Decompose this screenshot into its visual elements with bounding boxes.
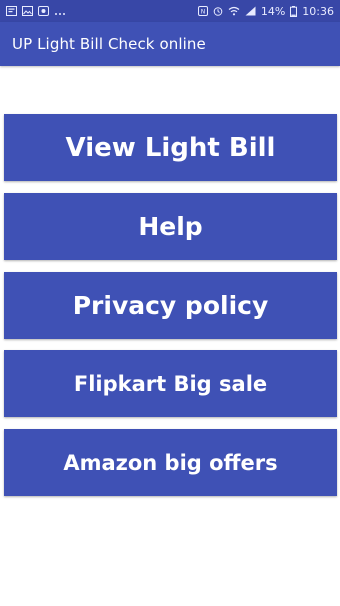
wifi-icon	[228, 6, 240, 16]
signal-icon	[245, 6, 256, 16]
help-button[interactable]: Help	[4, 193, 337, 260]
battery-percent: 14%	[260, 4, 286, 18]
alarm-icon	[213, 6, 223, 16]
battery-icon	[290, 5, 298, 17]
privacy-policy-button[interactable]: Privacy policy	[4, 272, 337, 339]
app-title: UP Light Bill Check online	[12, 35, 206, 53]
status-bar-left	[6, 6, 66, 16]
status-bar-right: N 14% 10:36	[197, 4, 334, 18]
menu-list: View Light Bill Help Privacy policy Flip…	[0, 0, 340, 606]
flipkart-big-sale-button[interactable]: Flipkart Big sale	[4, 350, 337, 417]
svg-text:N: N	[201, 9, 206, 16]
view-light-bill-button[interactable]: View Light Bill	[4, 114, 337, 181]
amazon-big-offers-button[interactable]: Amazon big offers	[4, 429, 337, 496]
nfc-icon: N	[197, 6, 208, 16]
image-icon	[22, 6, 33, 16]
clock: 10:36	[302, 4, 334, 18]
status-bar: N 14% 10:36	[0, 0, 340, 22]
app-bar: UP Light Bill Check online	[0, 22, 340, 66]
screen-record-icon	[38, 6, 49, 16]
notification-icon	[6, 6, 17, 16]
more-notifications-icon	[54, 6, 66, 16]
